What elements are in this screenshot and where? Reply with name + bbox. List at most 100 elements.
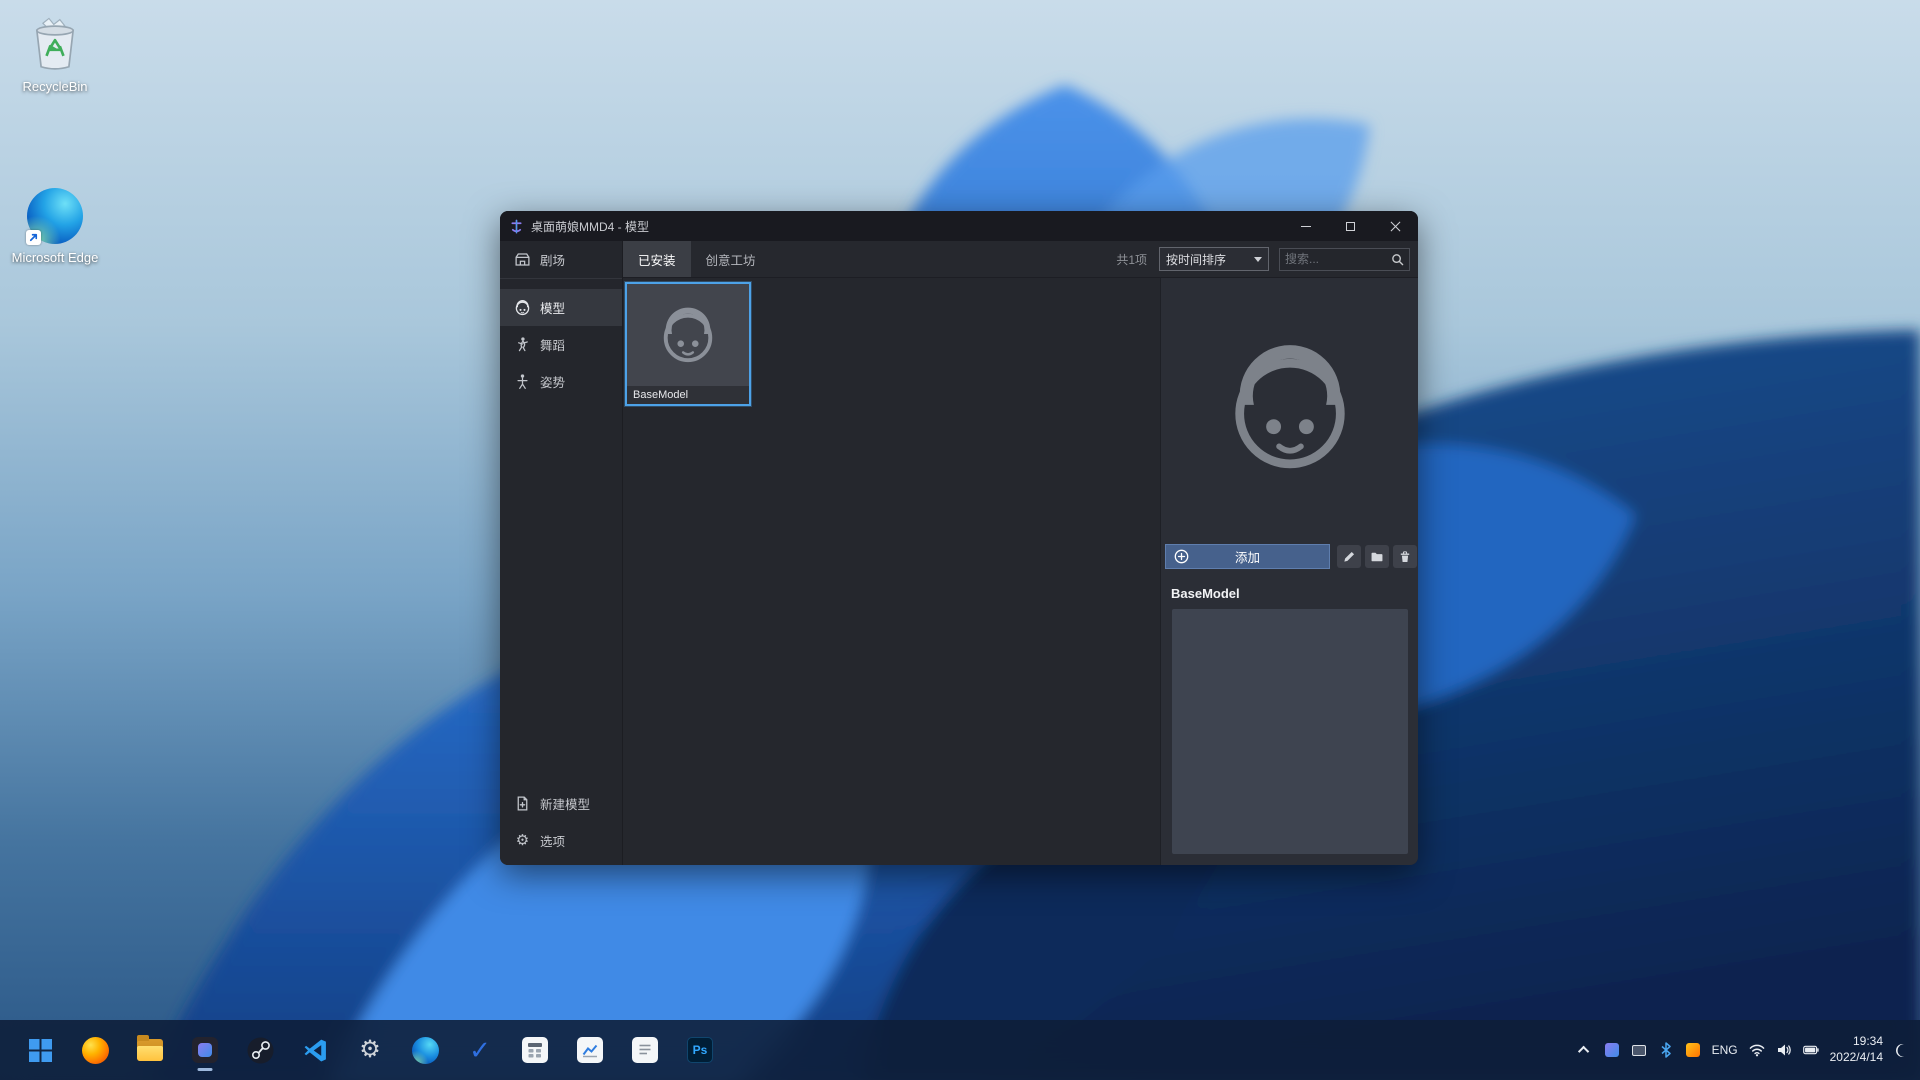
windows-logo-icon (28, 1038, 52, 1062)
photoshop-icon: Ps (687, 1037, 713, 1063)
firefox-icon (81, 1036, 109, 1064)
settings-taskbar-button[interactable]: ⚙ (348, 1028, 392, 1072)
taskbar: ⚙ ✓ Ps ENG 19:34 2022/4/14 (0, 1020, 1920, 1080)
pose-icon (517, 374, 528, 389)
steam-taskbar-button[interactable] (238, 1028, 282, 1072)
sidebar-item-label: 剧场 (540, 254, 566, 268)
open-folder-button[interactable] (1365, 545, 1389, 568)
vscode-taskbar-button[interactable] (293, 1028, 337, 1072)
model-name-heading: BaseModel (1171, 586, 1240, 601)
shortcut-arrow-icon (26, 230, 41, 245)
desktop-icon-recycle-bin[interactable]: RecycleBin (0, 14, 110, 95)
model-preview-face-icon (1234, 345, 1345, 469)
desktop-icon-label: RecycleBin (22, 79, 88, 94)
model-card-basemodel[interactable]: BaseModel (625, 282, 751, 406)
sidebar-item-options[interactable]: ⚙ 选项 (500, 822, 622, 859)
edge-icon (24, 185, 86, 247)
wifi-icon (1749, 1044, 1764, 1057)
chevron-up-icon (1577, 1045, 1589, 1058)
notepad-icon (632, 1037, 658, 1063)
model-grid: BaseModel (623, 278, 1160, 865)
sidebar-item-poses[interactable]: 姿势 (500, 363, 622, 400)
clock-time: 19:34 (1852, 1034, 1883, 1049)
photoshop-taskbar-button[interactable]: Ps (678, 1028, 722, 1072)
close-button[interactable] (1373, 211, 1418, 241)
todo-taskbar-button[interactable]: ✓ (458, 1028, 502, 1072)
sidebar-item-label: 新建模型 (540, 798, 591, 812)
wifi-button[interactable] (1749, 1042, 1765, 1058)
sidebar-item-models[interactable]: 模型 (500, 289, 622, 326)
tray-bluetooth-button[interactable] (1658, 1042, 1674, 1058)
maximize-icon (1346, 221, 1355, 231)
model-card-name: BaseModel (627, 386, 749, 404)
app-logo-icon (511, 219, 522, 233)
notepad-taskbar-button[interactable] (623, 1028, 667, 1072)
battery-icon (1802, 1045, 1819, 1055)
pencil-icon (1344, 551, 1355, 562)
volume-button[interactable] (1776, 1042, 1792, 1058)
folder-icon (1371, 552, 1383, 561)
plus-circle-icon (1174, 549, 1189, 564)
sidebar-item-theater[interactable]: 剧场 (500, 241, 622, 278)
desktopmmd-tray-icon (1604, 1043, 1619, 1057)
sidebar-item-label: 模型 (540, 302, 566, 316)
file-explorer-icon (137, 1035, 163, 1061)
steam-icon (247, 1037, 273, 1063)
tab-workshop[interactable]: 创意工坊 (691, 241, 771, 277)
trash-icon (1400, 550, 1410, 562)
calculator-taskbar-button[interactable] (513, 1028, 557, 1072)
display-icon (1631, 1044, 1646, 1056)
focus-assist-button[interactable] (1894, 1042, 1910, 1058)
maximize-button[interactable] (1328, 211, 1373, 241)
add-button[interactable]: 添加 (1165, 544, 1330, 569)
tray-alert-button[interactable] (1685, 1042, 1701, 1058)
edge-taskbar-button[interactable] (403, 1028, 447, 1072)
theater-icon (515, 253, 530, 266)
window-title: 桌面萌娘MMD4 - 模型 (531, 219, 649, 234)
tray-app-button[interactable] (1604, 1042, 1620, 1058)
window-titlebar[interactable]: 桌面萌娘MMD4 - 模型 (500, 211, 1418, 241)
minimize-button[interactable] (1283, 211, 1328, 241)
bluetooth-icon (1661, 1042, 1671, 1058)
item-count-label: 共1项 (1116, 252, 1147, 267)
edge-icon (411, 1036, 439, 1064)
sort-dropdown[interactable]: 按时间排序 (1159, 247, 1269, 271)
alert-icon (1685, 1043, 1700, 1057)
start-button[interactable] (18, 1028, 62, 1072)
running-indicator (197, 1068, 213, 1071)
new-model-icon (517, 796, 528, 811)
close-icon (1390, 221, 1401, 232)
detail-panel: 添加 BaseModel (1160, 278, 1418, 865)
performance-chart-icon (577, 1037, 603, 1063)
tab-installed[interactable]: 已安装 (623, 241, 691, 277)
sidebar-item-label: 姿势 (540, 376, 566, 390)
battery-button[interactable] (1802, 1042, 1819, 1058)
add-button-label: 添加 (1234, 551, 1260, 565)
desktop-icon-microsoft-edge[interactable]: Microsoft Edge (0, 185, 110, 266)
tray-display-button[interactable] (1631, 1042, 1647, 1058)
desktop-icon-label: Microsoft Edge (11, 250, 99, 265)
language-indicator[interactable]: ENG (1712, 1043, 1738, 1057)
minimize-icon (1300, 225, 1311, 227)
content-toolbar: 已安装 创意工坊 共1项 按时间排序 (623, 241, 1418, 278)
calculator-icon (522, 1037, 548, 1063)
sidebar-item-new-model[interactable]: 新建模型 (500, 785, 622, 822)
tray-chevron-button[interactable] (1577, 1042, 1593, 1058)
model-face-icon (515, 299, 530, 316)
sidebar-item-dances[interactable]: 舞蹈 (500, 326, 622, 363)
file-explorer-taskbar-button[interactable] (128, 1028, 172, 1072)
monitor-taskbar-button[interactable] (568, 1028, 612, 1072)
sidebar-item-label: 舞蹈 (540, 339, 566, 353)
search-box (1279, 247, 1410, 271)
sidebar: 剧场 模型 舞蹈 姿势 新建模型 ⚙ 选项 (500, 241, 623, 865)
desktopmmd-taskbar-button[interactable] (183, 1028, 227, 1072)
search-input[interactable] (1285, 252, 1391, 266)
delete-button[interactable] (1393, 545, 1417, 568)
search-icon (1392, 253, 1404, 265)
firefox-taskbar-button[interactable] (73, 1028, 117, 1072)
edit-button[interactable] (1337, 545, 1361, 568)
model-face-icon (663, 307, 713, 363)
dance-icon (518, 337, 528, 352)
app-window-desktopmmd4: 桌面萌娘MMD4 - 模型 剧场 模型 舞蹈 姿势 新建模型 ⚙ 选项 已安装 … (500, 211, 1418, 865)
clock[interactable]: 19:34 2022/4/14 (1830, 1034, 1883, 1065)
